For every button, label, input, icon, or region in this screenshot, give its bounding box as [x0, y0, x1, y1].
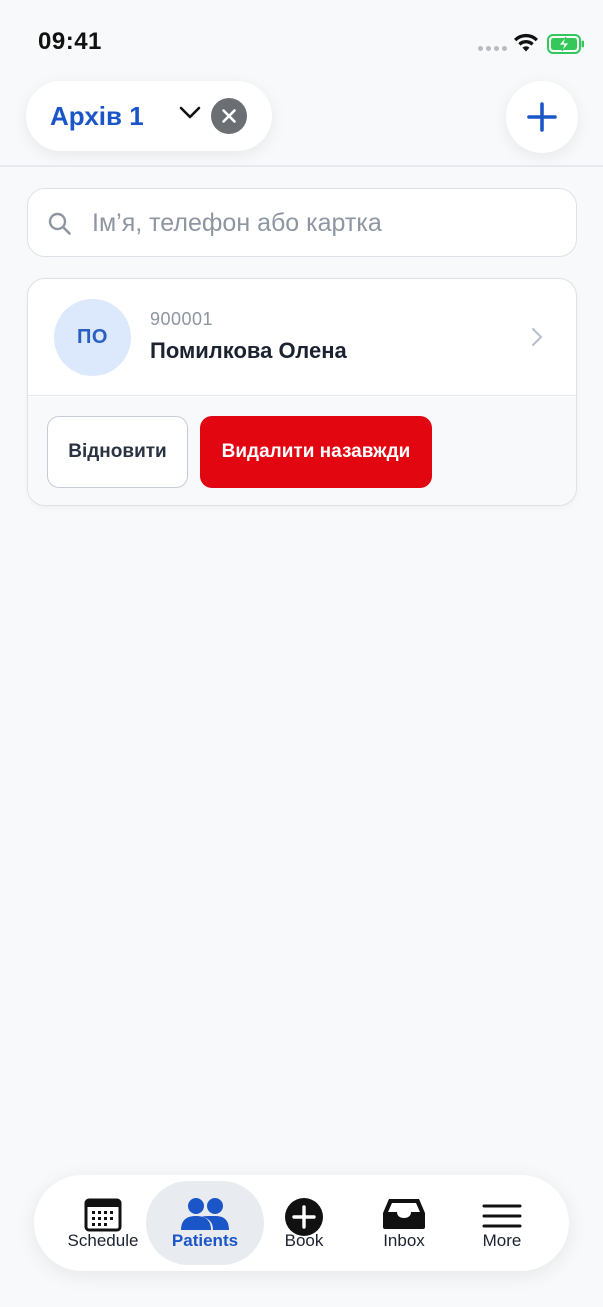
- avatar: ПО: [54, 299, 131, 376]
- tab-patients[interactable]: Patients: [146, 1181, 264, 1265]
- status-time: 09:41: [38, 28, 102, 55]
- tab-schedule[interactable]: Schedule: [54, 1181, 152, 1265]
- battery-charging-icon: [547, 34, 585, 59]
- search-bar[interactable]: [27, 188, 577, 257]
- header-divider: [0, 165, 603, 167]
- chevron-right-icon: [531, 327, 543, 352]
- restore-button[interactable]: Відновити: [47, 416, 188, 488]
- close-icon: [222, 109, 236, 123]
- add-patient-button[interactable]: [506, 81, 578, 153]
- patient-card: ПО 900001 Помилкова Олена Відновити Вида…: [27, 278, 577, 506]
- bottom-tab-bar: Schedule Patients Book Inbox More: [34, 1175, 569, 1271]
- archive-filter-label: Архів 1: [50, 101, 144, 131]
- inbox-icon: [381, 1197, 427, 1236]
- tab-inbox[interactable]: Inbox: [362, 1181, 446, 1265]
- tab-label: More: [482, 1231, 522, 1250]
- tab-book[interactable]: Book: [266, 1181, 342, 1265]
- patient-card-number: 900001: [150, 309, 214, 329]
- patient-actions: Відновити Видалити назавжди: [28, 397, 576, 505]
- wifi-icon: [512, 32, 540, 59]
- archive-filter-selector[interactable]: Архів 1: [26, 81, 272, 151]
- patient-name: Помилкова Олена: [150, 338, 347, 363]
- patients-screen: 09:41 Архів 1 Ім’я, телефон або картка П…: [0, 0, 603, 1307]
- search-input[interactable]: [90, 205, 560, 241]
- chevron-down-icon: [178, 105, 202, 126]
- delete-forever-button[interactable]: Видалити назавжди: [200, 416, 432, 488]
- users-icon: [179, 1197, 231, 1238]
- clear-filter-button[interactable]: [211, 98, 247, 134]
- patient-row[interactable]: ПО 900001 Помилкова Олена: [28, 279, 576, 396]
- tab-more[interactable]: More: [462, 1181, 542, 1265]
- calendar-icon: [84, 1197, 122, 1238]
- plus-circle-icon: [284, 1197, 324, 1242]
- search-icon: [47, 211, 73, 242]
- cellular-signal-icon: [478, 46, 507, 51]
- menu-icon: [482, 1203, 522, 1234]
- plus-icon: [527, 102, 557, 132]
